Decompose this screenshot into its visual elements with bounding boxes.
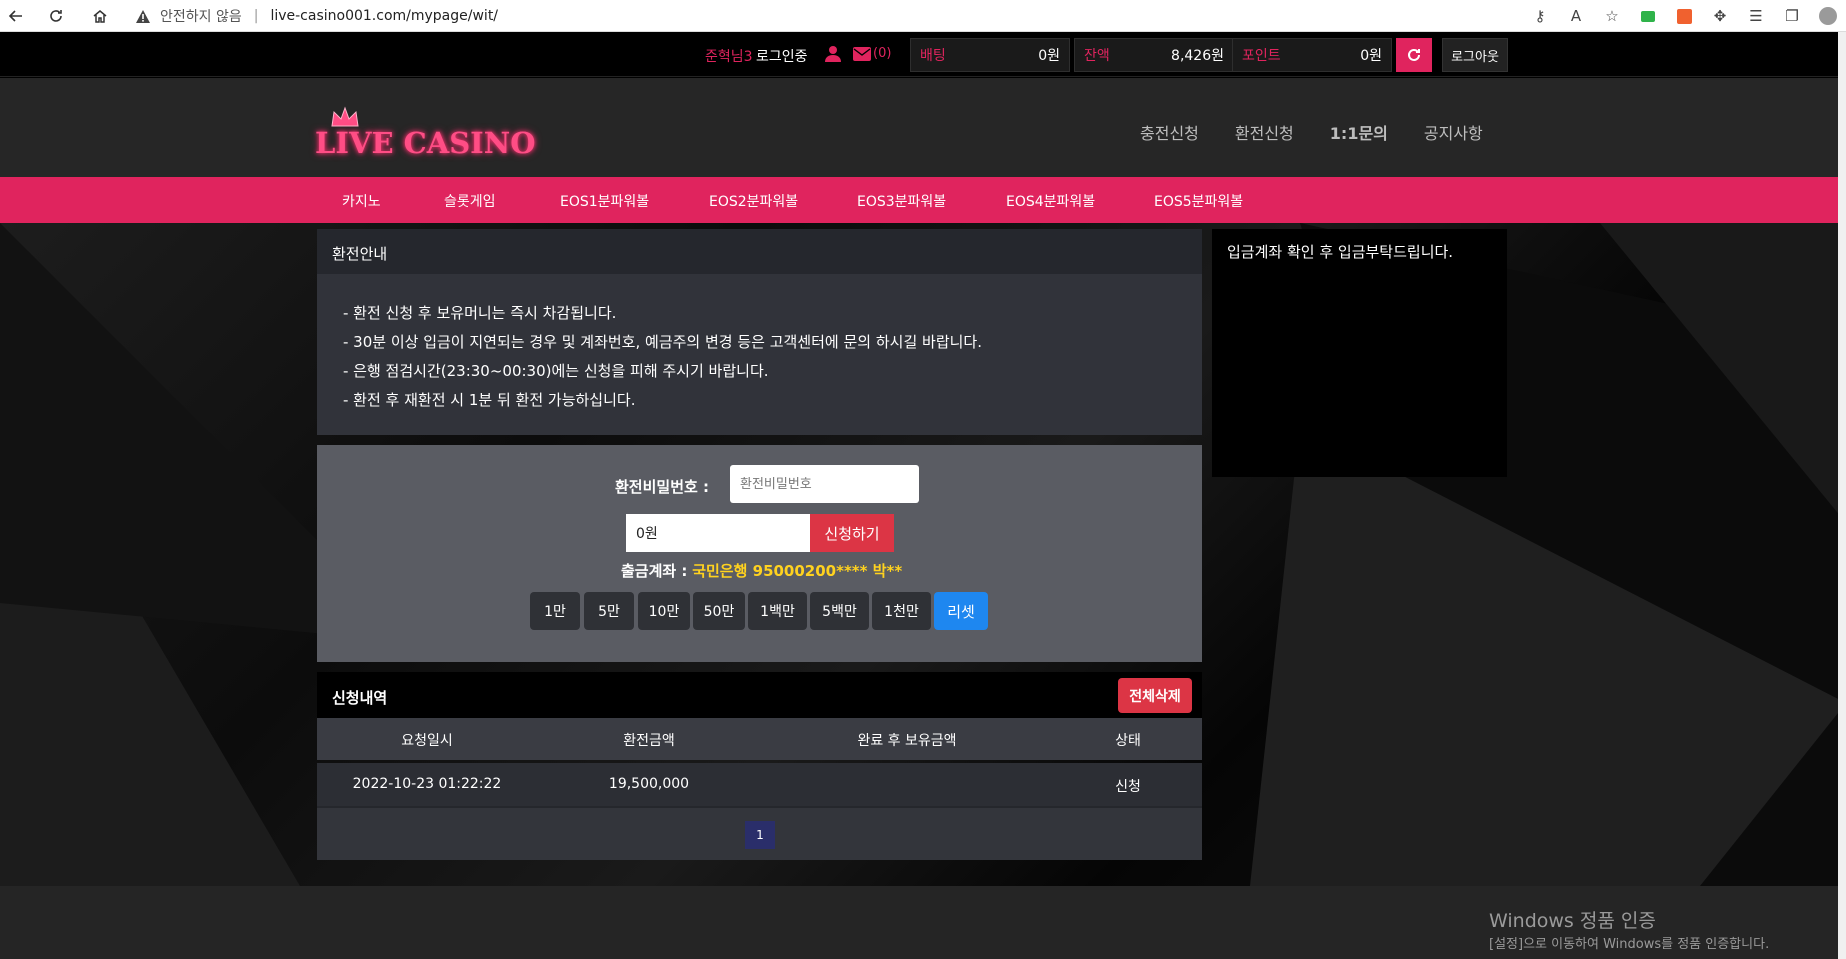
reset-button[interactable]: 리셋 [934,592,988,630]
site-header: LIVE CASINO 충전신청 환전신청 1:1문의 공지사항 [0,78,1846,177]
amount-10k-button[interactable]: 1만 [530,592,580,630]
page-button[interactable]: 1 [745,821,775,849]
stat-label: 배팅 [920,48,946,64]
logout-button[interactable]: 로그아웃 [1442,38,1508,72]
user-icon[interactable] [824,45,842,63]
delete-all-button[interactable]: 전체삭제 [1118,678,1192,713]
apply-button[interactable]: 신청하기 [810,514,894,552]
menu-casino[interactable]: 카지노 [342,191,381,211]
table-row: 2022-10-23 01:22:22 19,500,000 신청 [317,763,1202,806]
game-menu: 카지노 슬롯게임 EOS1분파워볼 EOS2분파워볼 EOS3분파워볼 EOS4… [0,177,1846,223]
favorite-add-icon[interactable]: ☆ [1594,0,1630,32]
refresh-button[interactable] [1396,38,1432,72]
browser-tools: ⚷ A ☆ ✥ ☰ ❐ [1522,0,1846,32]
amount-50k-button[interactable]: 5만 [584,592,634,630]
column-header: 환전금액 [623,733,675,749]
header-nav: 충전신청 환전신청 1:1문의 공지사항 [1140,120,1519,144]
withdraw-password-input[interactable] [730,465,919,503]
info-line: - 환전 후 재환전 시 1분 뒤 환전 가능하십니다. [343,391,636,409]
mail-count[interactable]: (0) [873,46,891,61]
info-line: - 환전 신청 후 보유머니는 즉시 차감됩니다. [343,304,617,322]
logo-text: LIVE CASINO [315,126,536,160]
nav-withdraw[interactable]: 환전신청 [1235,120,1294,144]
browser-toolbar: 안전하지 않음 | live-casino001.com/mypage/wit/… [0,0,1846,32]
address-separator: | [253,8,259,24]
nav-notice[interactable]: 공지사항 [1424,120,1483,144]
row-date: 2022-10-23 01:22:22 [352,776,502,792]
amount-10m-button[interactable]: 1천만 [872,592,931,630]
menu-eos5[interactable]: EOS5분파워볼 [1154,191,1243,211]
extension-orange-icon[interactable] [1666,0,1702,32]
key-icon[interactable]: ⚷ [1522,0,1558,32]
stat-value: 0원 [1360,48,1382,64]
withdraw-info-title: 환전안내 [317,229,1202,274]
balance-stat: 잔액 8,426원 [1074,38,1234,72]
menu-eos3[interactable]: EOS3분파워볼 [857,191,946,211]
nav-inquiry[interactable]: 1:1문의 [1330,120,1388,144]
stat-label: 잔액 [1084,48,1110,64]
collections-icon[interactable]: ❐ [1774,0,1810,32]
amount-5m-button[interactable]: 5백만 [810,592,869,630]
amount-500k-button[interactable]: 50만 [693,592,745,630]
crown-icon [331,106,359,127]
user-bar: 준혁님3 로그인중 (0) 배팅 0원 잔액 8,426원 포인트 0원 로그아… [0,32,1846,77]
login-status: 로그인중 [756,49,808,65]
address-bar[interactable]: 안전하지 않음 | live-casino001.com/mypage/wit/ [134,3,1434,29]
stat-value: 0원 [1038,48,1060,64]
info-line: - 은행 점검시간(23:30~00:30)에는 신청을 피해 주시기 바랍니다… [343,362,769,380]
row-amount: 19,500,000 [608,776,690,792]
column-header: 요청일시 [401,733,453,749]
history-columns: 요청일시 환전금액 완료 후 보유금액 상태 [317,718,1202,760]
amount-100k-button[interactable]: 10만 [638,592,690,630]
extension-green-icon[interactable] [1630,0,1666,32]
back-icon[interactable] [0,0,32,32]
menu-eos1[interactable]: EOS1분파워볼 [560,191,649,211]
menu-eos2[interactable]: EOS2분파워볼 [709,191,798,211]
reload-icon[interactable] [40,0,72,32]
scrollbar[interactable] [1838,32,1846,959]
url-text[interactable]: live-casino001.com/mypage/wit/ [270,8,498,24]
history-title: 신청내역 [332,689,388,707]
account-label: 출금계좌 : [621,562,688,580]
amount-1m-button[interactable]: 1백만 [748,592,807,630]
menu-slot[interactable]: 슬롯게임 [444,191,496,211]
warning-icon [134,7,152,25]
extensions-icon[interactable]: ✥ [1702,0,1738,32]
logo[interactable]: LIVE CASINO [315,106,536,164]
column-header: 상태 [1115,733,1141,749]
history-header: 신청내역 [317,672,1202,718]
amount-input[interactable] [626,514,810,552]
bet-stat: 배팅 0원 [910,38,1070,72]
windows-activation-sub: [설정]으로 이동하여 Windows를 정품 인증합니다. [1489,937,1770,952]
home-icon[interactable] [84,0,116,32]
profile-icon[interactable] [1810,0,1846,32]
withdraw-account: 출금계좌 : 국민은행 95000200**** 박** [621,560,902,581]
point-stat: 포인트 0원 [1232,38,1392,72]
row-status: 신청 [1115,779,1141,795]
side-notice: 입금계좌 확인 후 입금부탁드립니다. [1212,229,1507,477]
info-line: - 30분 이상 입금이 지연되는 경우 및 계좌번호, 예금주의 변경 등은 … [343,333,982,351]
menu-eos4[interactable]: EOS4분파워볼 [1006,191,1095,211]
password-label: 환전비밀번호 : [615,478,710,496]
mail-icon[interactable] [853,47,871,61]
favorites-icon[interactable]: ☰ [1738,0,1774,32]
refresh-icon [1408,48,1420,61]
read-aloud-icon[interactable]: A [1558,0,1594,32]
column-header: 완료 후 보유금액 [857,733,957,749]
security-warning: 안전하지 않음 [160,9,242,25]
stat-label: 포인트 [1242,48,1281,64]
nav-deposit[interactable]: 충전신청 [1140,120,1199,144]
username: 준혁님3 [705,49,753,65]
windows-activation-title: Windows 정품 인증 [1489,910,1656,932]
withdraw-info-body: - 환전 신청 후 보유머니는 즉시 차감됩니다. - 30분 이상 입금이 지… [317,274,1202,435]
stat-value: 8,426원 [1171,48,1224,64]
account-value: 국민은행 95000200**** 박** [692,562,903,580]
